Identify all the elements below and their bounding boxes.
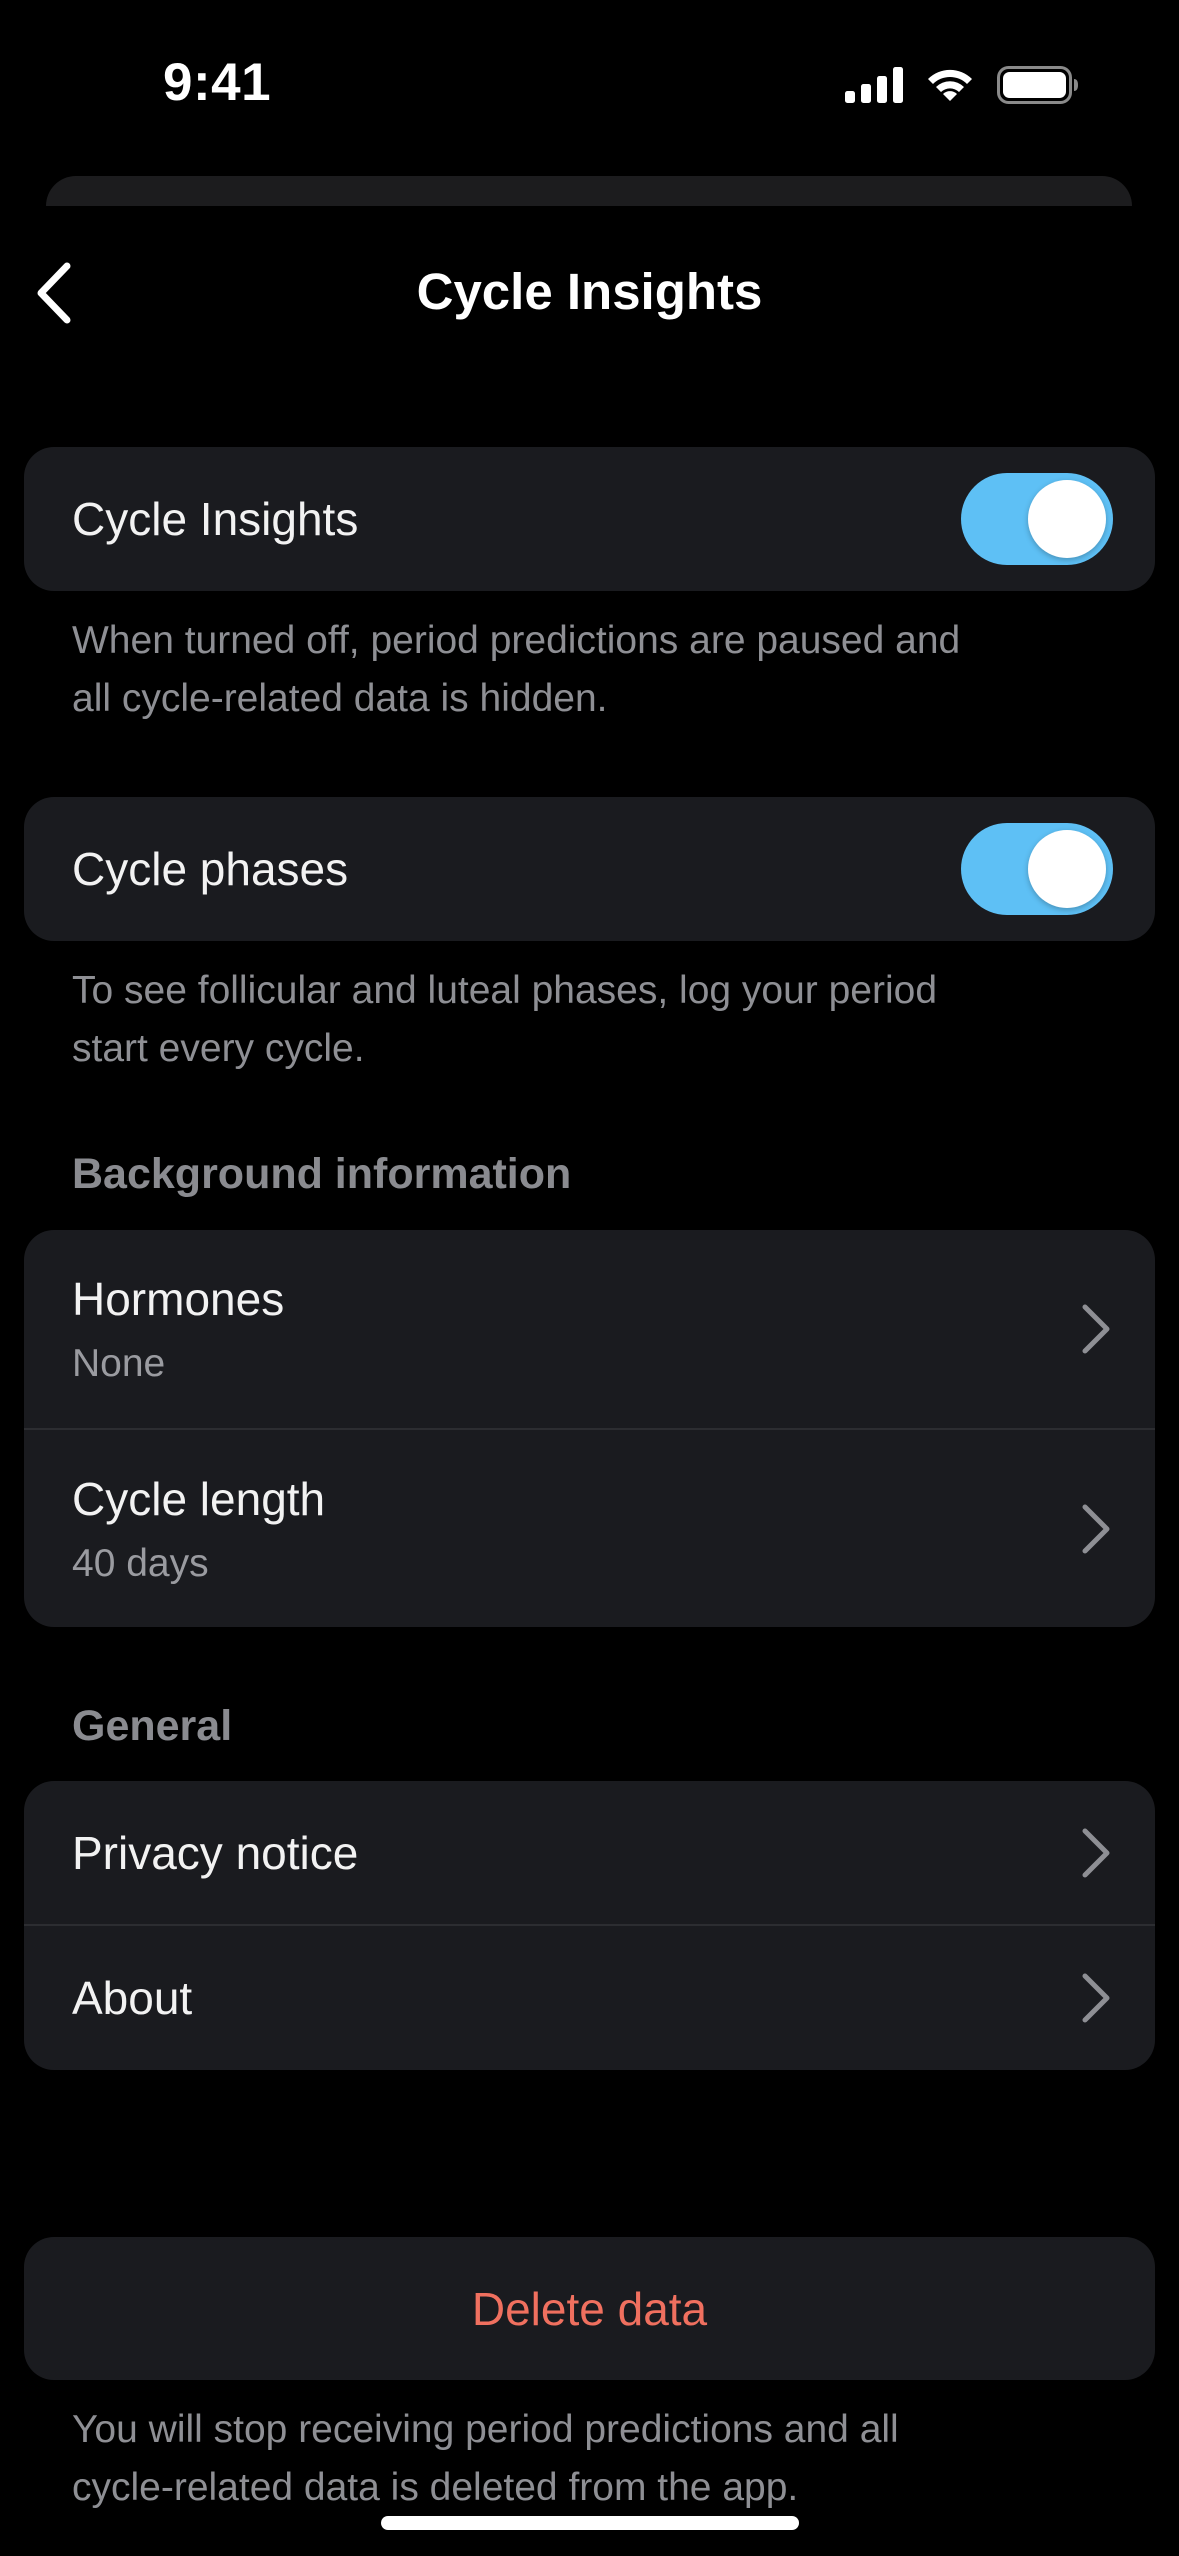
about-label: About [72, 1972, 193, 2024]
chevron-right-icon [1082, 1828, 1110, 1877]
battery-icon [997, 66, 1078, 104]
hormones-row[interactable]: Hormones None [24, 1230, 1155, 1428]
delete-data-label: Delete data [471, 2282, 708, 2335]
status-time: 9:41 [163, 53, 272, 112]
signal-icon [845, 67, 903, 103]
cycle-insights-card: Cycle Insights [24, 447, 1155, 591]
background-section-header: Background information [72, 1150, 572, 1198]
hormones-value: None [72, 1342, 166, 1385]
hormones-label: Hormones [72, 1273, 285, 1325]
cycle-phases-toggle[interactable] [961, 823, 1113, 915]
cycle-insights-footnote: When turned off, period predictions are … [72, 612, 1112, 728]
cycle-insights-label: Cycle Insights [72, 493, 359, 545]
cycle-phases-label: Cycle phases [72, 843, 349, 895]
privacy-notice-row[interactable]: Privacy notice [24, 1781, 1155, 1924]
home-indicator[interactable] [381, 2516, 799, 2530]
footnote-line: When turned off, period predictions are … [72, 619, 961, 662]
cycle-phases-row: Cycle phases [24, 797, 1155, 941]
cycle-phases-footnote: To see follicular and luteal phases, log… [72, 962, 1112, 1078]
screen: 9:41 Cycle Insights Cycle Insights When … [0, 0, 1179, 2556]
privacy-notice-label: Privacy notice [72, 1826, 359, 1879]
wifi-icon [928, 69, 972, 101]
footnote-line: You will stop receiving period predictio… [72, 2408, 899, 2451]
toggle-knob [1028, 480, 1106, 558]
page-title: Cycle Insights [416, 263, 763, 320]
cycle-length-label: Cycle length [72, 1472, 326, 1525]
footnote-line: cycle-related data is deleted from the a… [72, 2466, 799, 2509]
footnote-line: all cycle-related data is hidden. [72, 677, 608, 720]
general-section-header: General [72, 1702, 233, 1750]
footnote-line: To see follicular and luteal phases, log… [72, 969, 938, 1012]
hormones-text: Hormones None [72, 1272, 284, 1386]
status-icons [845, 66, 1079, 104]
about-row[interactable]: About [24, 1926, 1155, 2070]
chevron-right-icon [1082, 1973, 1110, 2023]
cycle-insights-row: Cycle Insights [24, 447, 1155, 591]
cycle-length-row[interactable]: Cycle length 40 days [24, 1430, 1155, 1627]
footnote-line: start every cycle. [72, 1027, 365, 1070]
delete-footnote: You will stop receiving period predictio… [72, 2401, 1112, 2517]
cycle-length-value: 40 days [72, 1541, 209, 1585]
delete-data-button[interactable]: Delete data [24, 2237, 1155, 2380]
cycle-phases-card: Cycle phases [24, 797, 1155, 941]
general-card: Privacy notice About [24, 1781, 1155, 2070]
chevron-right-icon [1082, 1304, 1110, 1354]
chevron-right-icon [1082, 1504, 1110, 1553]
toggle-knob [1028, 830, 1106, 908]
sheet-top-edge [46, 176, 1132, 206]
background-card: Hormones None Cycle length 40 days [24, 1230, 1155, 1627]
cycle-insights-toggle[interactable] [961, 473, 1113, 565]
cycle-length-text: Cycle length 40 days [72, 1472, 325, 1586]
